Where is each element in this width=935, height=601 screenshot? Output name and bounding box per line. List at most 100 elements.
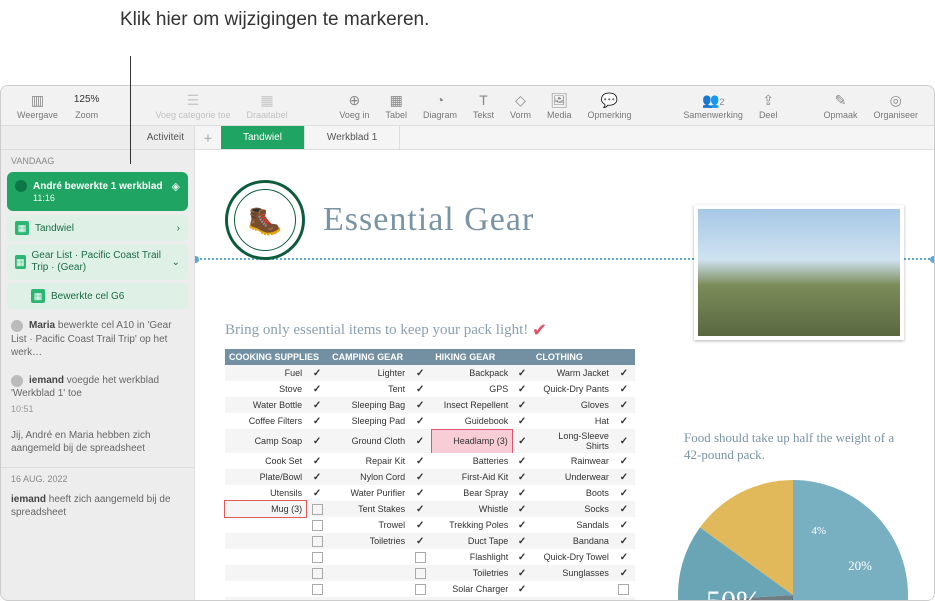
toolbar-samenwerking[interactable]: 👥2Samenwerking <box>675 92 751 120</box>
cell-checkbox[interactable] <box>306 381 328 397</box>
cell-name[interactable]: Rainwear <box>532 453 613 469</box>
cell-name[interactable]: Stove <box>225 381 306 397</box>
cell-name[interactable]: Batteries <box>431 453 512 469</box>
cell-name[interactable]: Sleeping Bag <box>328 397 409 413</box>
cell-name[interactable] <box>225 533 306 549</box>
cell-checkbox[interactable] <box>512 549 532 565</box>
toolbar-tabel[interactable]: ▦Tabel <box>377 92 415 120</box>
cell-checkbox[interactable] <box>306 581 328 597</box>
cell-name[interactable]: Cook Set <box>225 453 306 469</box>
toolbar-opmaak[interactable]: ✎Opmaak <box>815 92 865 120</box>
cell-checkbox[interactable] <box>613 549 635 565</box>
cell-checkbox[interactable] <box>306 413 328 429</box>
activity-entry-iemand1[interactable]: iemand voegde het werkblad 'Werkblad 1' … <box>1 367 194 422</box>
cell-checkbox[interactable] <box>613 581 635 597</box>
cell-checkbox[interactable] <box>409 565 431 581</box>
cell-name[interactable] <box>328 597 409 600</box>
cell-checkbox[interactable] <box>613 365 635 381</box>
cell-checkbox[interactable] <box>512 381 532 397</box>
cell-name[interactable]: Tent <box>328 381 409 397</box>
cell-name[interactable] <box>532 581 613 597</box>
cell-name[interactable]: Hat <box>532 413 613 429</box>
cell-checkbox[interactable] <box>613 533 635 549</box>
cell-checkbox[interactable] <box>306 453 328 469</box>
cell-name[interactable]: Whistle <box>431 501 512 517</box>
toolbar-categorie[interactable]: ☰Voeg categorie toe <box>147 92 238 120</box>
highlight-icon[interactable]: ◈ <box>172 180 180 193</box>
cell-name[interactable] <box>532 597 613 600</box>
cell-checkbox[interactable] <box>512 517 532 533</box>
toolbar-weergave[interactable]: ▥Weergave <box>9 92 66 120</box>
cell-name[interactable]: Toiletries <box>328 533 409 549</box>
cell-checkbox[interactable] <box>512 365 532 381</box>
cell-checkbox[interactable] <box>613 597 635 600</box>
cell-checkbox[interactable] <box>613 453 635 469</box>
cell-checkbox[interactable] <box>512 453 532 469</box>
cell-checkbox[interactable] <box>409 485 431 501</box>
cell-name[interactable]: Camp Soap <box>225 429 306 453</box>
cell-checkbox[interactable] <box>613 501 635 517</box>
cell-name[interactable]: Tent Stakes <box>328 501 409 517</box>
cell-name[interactable]: Quick-Dry Pants <box>532 381 613 397</box>
toolbar-organiseer[interactable]: ◎Organiseer <box>865 92 926 120</box>
toolbar-deel[interactable]: ⇪Deel <box>751 92 786 120</box>
cell-name[interactable] <box>225 597 306 600</box>
activity-card-andre[interactable]: André bewerkte 1 werkblad 11:16 ◈ <box>7 172 188 211</box>
cell-name[interactable]: Water Bottle <box>225 397 306 413</box>
cell-checkbox[interactable] <box>409 381 431 397</box>
cell-checkbox[interactable] <box>306 501 328 517</box>
cell-name[interactable]: Nylon Cord <box>328 469 409 485</box>
toolbar-opmerking[interactable]: 💬Opmerking <box>580 92 640 120</box>
cell-name[interactable]: Boots <box>532 485 613 501</box>
cell-checkbox[interactable] <box>512 565 532 581</box>
cell-name[interactable]: Guidebook <box>431 413 512 429</box>
cell-checkbox[interactable] <box>409 365 431 381</box>
cell-name[interactable]: Bear Spray <box>431 485 512 501</box>
cell-name[interactable]: Headlamp (3) <box>431 429 512 453</box>
cell-checkbox[interactable] <box>512 469 532 485</box>
add-sheet-button[interactable]: ＋ <box>195 126 221 149</box>
table-row[interactable]: Mug (3)Tent StakesWhistleSocks <box>225 501 635 517</box>
table-row[interactable]: Coffee Filters Sleeping Pad Guidebook Hat <box>225 413 635 429</box>
cell-checkbox[interactable] <box>306 429 328 453</box>
cell-name[interactable]: Repair Kit <box>328 453 409 469</box>
table-row[interactable]: Pocket Knife <box>225 597 635 600</box>
cell-name[interactable]: Fuel <box>225 365 306 381</box>
activity-sub-tandwiel[interactable]: ▦ Tandwiel › <box>7 215 188 241</box>
cell-name[interactable]: Coffee Filters <box>225 413 306 429</box>
cell-name[interactable]: Gloves <box>532 397 613 413</box>
cell-name[interactable]: Sleeping Pad <box>328 413 409 429</box>
tab-tandwiel[interactable]: Tandwiel <box>221 126 305 149</box>
cell-name[interactable]: Sunglasses <box>532 565 613 581</box>
tab-werkblad1[interactable]: Werkblad 1 <box>305 126 400 149</box>
toolbar-diagram[interactable]: ◔Diagram <box>415 92 465 120</box>
cell-checkbox[interactable] <box>306 365 328 381</box>
table-row[interactable]: Toiletries Sunglasses <box>225 565 635 581</box>
cell-checkbox[interactable] <box>409 453 431 469</box>
toolbar-draaitabel[interactable]: ▦Draaitabel <box>239 92 296 120</box>
cell-name[interactable]: Sandals <box>532 517 613 533</box>
cell-name[interactable]: First-Aid Kit <box>431 469 512 485</box>
cell-name[interactable]: GPS <box>431 381 512 397</box>
cell-name[interactable]: Utensils <box>225 485 306 501</box>
cell-name[interactable]: Pocket Knife <box>431 597 512 600</box>
cell-name[interactable] <box>225 549 306 565</box>
cell-name[interactable]: Toiletries <box>431 565 512 581</box>
cell-name[interactable]: Socks <box>532 501 613 517</box>
cell-name[interactable]: Trekking Poles <box>431 517 512 533</box>
cell-checkbox[interactable] <box>613 485 635 501</box>
table-row[interactable]: Water BottleSleeping BagInsect Repellent… <box>225 397 635 413</box>
cell-checkbox[interactable] <box>306 397 328 413</box>
cell-checkbox[interactable] <box>409 469 431 485</box>
activity-sub-gearlist[interactable]: ▦ Gear List · Pacific Coast Trail Trip ·… <box>7 244 188 280</box>
cell-checkbox[interactable] <box>613 397 635 413</box>
cell-checkbox[interactable] <box>613 429 635 453</box>
cell-checkbox[interactable] <box>306 597 328 600</box>
toolbar-zoom[interactable]: 125%Zoom <box>66 92 108 120</box>
table-row[interactable]: ToiletriesDuct TapeBandana <box>225 533 635 549</box>
cell-checkbox[interactable] <box>409 429 431 453</box>
cell-name[interactable] <box>328 565 409 581</box>
cell-name[interactable] <box>225 517 306 533</box>
activity-entry-maria[interactable]: Maria Maria bewerkte cel A10 in 'Gear Li… <box>1 312 194 367</box>
table-row[interactable]: Plate/BowlNylon CordFirst-Aid KitUnderwe… <box>225 469 635 485</box>
